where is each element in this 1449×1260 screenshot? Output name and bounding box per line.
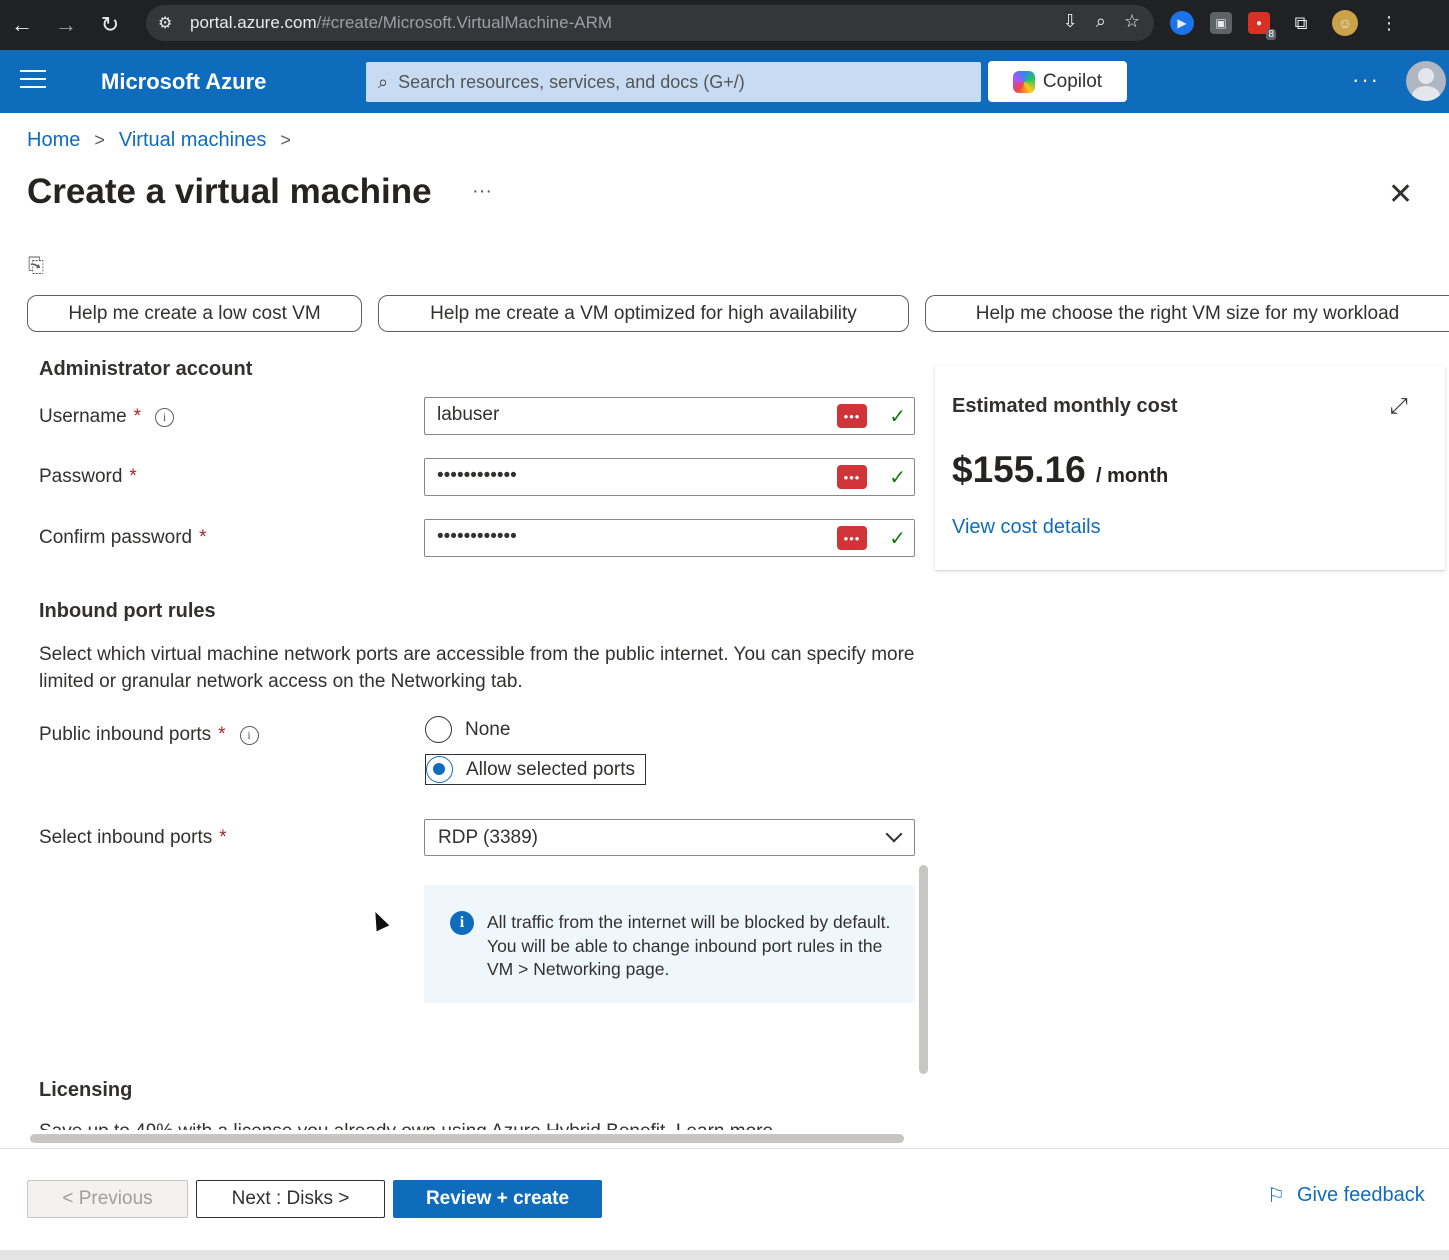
cost-title: Estimated monthly cost: [952, 395, 1178, 417]
licensing-description-partial: Save up to 49% with a license you alread…: [39, 1121, 839, 1130]
search-icon: ⌕: [378, 71, 389, 92]
back-arrow-icon[interactable]: ←: [0, 3, 44, 47]
password-manager-icon[interactable]: •••: [837, 526, 867, 550]
install-app-icon[interactable]: ⇩: [1063, 11, 1078, 32]
suggestion-high-availability[interactable]: Help me create a VM optimized for high a…: [378, 295, 909, 332]
username-field[interactable]: ••• ✓: [424, 397, 915, 435]
bookmark-star-icon[interactable]: ☆: [1124, 11, 1140, 32]
chevron-right-icon: >: [94, 130, 105, 150]
radio-none[interactable]: None: [425, 714, 510, 745]
checkmark-icon: ✓: [889, 528, 906, 550]
mouse-cursor-icon: [369, 909, 390, 932]
hamburger-menu-icon[interactable]: [20, 70, 46, 92]
chevron-right-icon: >: [280, 130, 291, 150]
give-feedback-link[interactable]: ⚐ Give feedback: [1267, 1183, 1425, 1208]
chevron-down-icon: [885, 825, 903, 843]
admin-account-heading: Administrator account: [39, 358, 253, 380]
profile-avatar-icon[interactable]: ☺: [1332, 10, 1358, 36]
title-more-icon[interactable]: ···: [472, 180, 492, 203]
copilot-button[interactable]: Copilot: [988, 61, 1127, 102]
password-input[interactable]: [437, 465, 827, 487]
suggestion-low-cost-vm[interactable]: Help me create a low cost VM: [27, 295, 362, 332]
cost-amount: $155.16 / month: [952, 449, 1169, 490]
footer-bar: < Previous Next : Disks > Review + creat…: [0, 1148, 1449, 1250]
extensions-puzzle-icon[interactable]: ⧉: [1286, 8, 1316, 38]
password-manager-icon[interactable]: •••: [837, 465, 867, 489]
breadcrumb-virtual-machines[interactable]: Virtual machines: [119, 129, 266, 152]
dropdown-value: RDP (3389): [438, 827, 538, 848]
brand-title[interactable]: Microsoft Azure: [101, 69, 266, 95]
inbound-description: Select which virtual machine network por…: [39, 644, 915, 692]
info-message-text: All traffic from the internet will be bl…: [487, 912, 891, 979]
page-title: Create a virtual machine: [27, 172, 432, 211]
radio-allow-selected-ports[interactable]: Allow selected ports: [425, 754, 646, 785]
address-bar[interactable]: ⚙ portal.azure.com/#create/Microsoft.Vir…: [146, 5, 1154, 41]
select-inbound-ports-label: Select inbound ports *: [39, 827, 227, 848]
avatar[interactable]: [1406, 61, 1446, 101]
url-text: portal.azure.com/#create/Microsoft.Virtu…: [190, 13, 613, 32]
radio-button-checked[interactable]: [426, 756, 453, 783]
select-inbound-ports-dropdown[interactable]: RDP (3389): [424, 819, 915, 856]
radio-none-label: None: [465, 718, 511, 740]
breadcrumb-home[interactable]: Home: [27, 129, 80, 152]
inbound-port-rules-heading: Inbound port rules: [39, 600, 216, 622]
extension-blue-icon[interactable]: ▶: [1170, 11, 1194, 35]
info-icon[interactable]: i: [239, 725, 259, 745]
zoom-icon[interactable]: ⌕: [1096, 11, 1106, 32]
public-inbound-ports-label: Public inbound ports * i: [39, 724, 259, 746]
checkmark-icon: ✓: [889, 467, 906, 489]
confirm-password-input[interactable]: [437, 526, 827, 548]
estimated-cost-card: Estimated monthly cost ⤢ $155.16 / month…: [935, 365, 1445, 570]
info-icon: i: [450, 911, 474, 935]
breadcrumb: Home > Virtual machines >: [27, 129, 305, 152]
password-manager-icon[interactable]: •••: [837, 404, 867, 428]
confirm-password-label: Confirm password *: [39, 527, 207, 548]
browser-menu-icon[interactable]: ⋮: [1374, 8, 1404, 38]
info-message-box: i All traffic from the internet will be …: [424, 885, 915, 1003]
close-icon[interactable]: ✕: [1388, 177, 1413, 212]
checkmark-icon: ✓: [889, 406, 906, 428]
radio-button[interactable]: [425, 716, 452, 743]
username-input[interactable]: [437, 404, 827, 426]
suggestion-vm-size[interactable]: Help me choose the right VM size for my …: [925, 295, 1449, 332]
copilot-logo-icon: [1012, 70, 1035, 93]
horizontal-scrollbar[interactable]: [30, 1134, 904, 1143]
azure-top-bar: Microsoft Azure ⌕ Copilot ···: [0, 50, 1449, 113]
view-cost-details-link[interactable]: View cost details: [952, 516, 1101, 539]
copilot-suggestions-icon: ⎘: [28, 255, 44, 277]
search-input[interactable]: [398, 71, 959, 93]
confirm-password-field[interactable]: ••• ✓: [424, 519, 915, 557]
copilot-label: Copilot: [1042, 70, 1103, 92]
previous-button[interactable]: < Previous: [27, 1180, 188, 1218]
reload-icon[interactable]: ↻: [88, 3, 132, 47]
extension-red-icon[interactable]: ● 8: [1248, 12, 1276, 40]
forward-arrow-icon[interactable]: →: [44, 3, 88, 47]
extension-grey-icon[interactable]: ▣: [1210, 12, 1232, 34]
next-disks-button[interactable]: Next : Disks >: [196, 1180, 385, 1218]
password-label: Password *: [39, 466, 137, 487]
radio-allow-label: Allow selected ports: [466, 758, 635, 780]
expand-icon[interactable]: ⤢: [1390, 393, 1408, 419]
global-search[interactable]: ⌕: [366, 62, 981, 102]
username-label: Username * i: [39, 406, 175, 428]
review-create-button[interactable]: Review + create: [393, 1180, 602, 1218]
more-options-icon[interactable]: ···: [1352, 67, 1380, 93]
feedback-icon: ⚐: [1267, 1185, 1285, 1207]
site-settings-icon[interactable]: ⚙: [158, 13, 178, 33]
password-field[interactable]: ••• ✓: [424, 458, 915, 496]
bottom-strip: [0, 1250, 1449, 1260]
vertical-scrollbar[interactable]: [919, 865, 928, 1074]
browser-toolbar: ← → ↻ ⚙ portal.azure.com/#create/Microso…: [0, 0, 1449, 50]
info-icon[interactable]: i: [155, 407, 175, 427]
licensing-heading: Licensing: [39, 1079, 133, 1101]
